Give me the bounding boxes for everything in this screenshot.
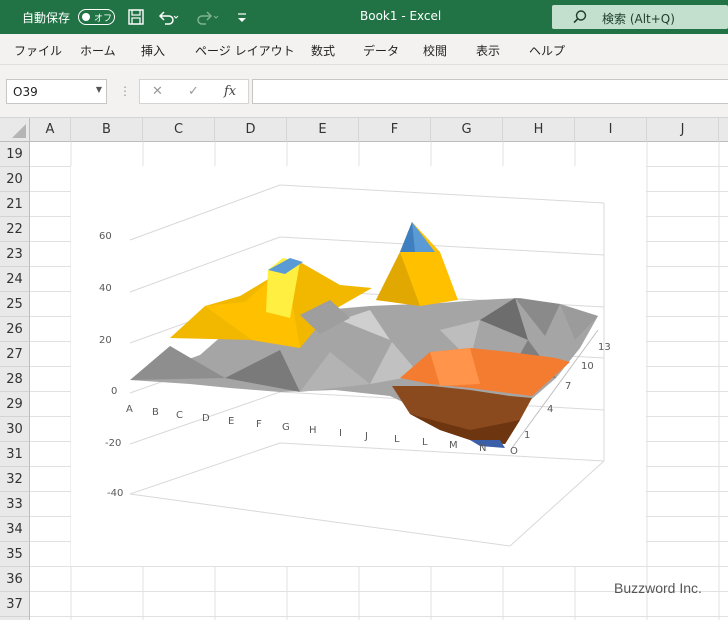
column-headers: A B C D E F G H I J (0, 117, 728, 142)
row-header[interactable]: 26 (0, 317, 29, 342)
enter-icon[interactable]: ✓ (188, 84, 199, 99)
x-tick-label: A (126, 404, 133, 415)
z-tick-label: -20 (105, 438, 122, 449)
name-box-value: O39 (13, 85, 38, 99)
y-tick-label: 4 (547, 404, 554, 415)
toggle-knob (82, 12, 90, 21)
row-header[interactable]: 21 (0, 192, 29, 217)
x-tick-label: C (176, 410, 183, 421)
row-headers: 19 20 21 22 23 24 25 26 27 28 29 30 31 3… (0, 142, 30, 620)
row-header[interactable]: 35 (0, 542, 29, 567)
x-tick-label: I (339, 428, 342, 439)
x-tick-label: E (228, 416, 235, 427)
autosave-state: オフ (94, 14, 113, 24)
row-header[interactable]: 22 (0, 217, 29, 242)
z-tick-label: -40 (107, 488, 124, 499)
formula-input[interactable] (252, 79, 728, 104)
ribbon-tabs: ファイル ホーム 挿入 ページ レイアウト 数式 データ 校閲 表示 ヘルプ (0, 34, 728, 65)
z-tick-label: 20 (99, 335, 112, 346)
undo-icon[interactable] (157, 8, 179, 26)
tab-file[interactable]: ファイル (14, 42, 62, 59)
tab-review[interactable]: 校閲 (423, 42, 447, 59)
x-tick-label: J (365, 431, 368, 442)
tab-insert[interactable]: 挿入 (141, 42, 165, 59)
z-tick-label: 40 (99, 283, 112, 294)
row-header[interactable]: 30 (0, 417, 29, 442)
x-tick-label: G (282, 422, 290, 433)
name-box[interactable]: O39 ▼ (6, 79, 107, 104)
row-header[interactable]: 28 (0, 367, 29, 392)
tab-page-layout[interactable]: ページ レイアウト (195, 42, 295, 59)
y-tick-label: 10 (581, 361, 594, 372)
y-tick-label: 13 (598, 342, 611, 353)
x-tick-label: M (449, 440, 458, 451)
x-tick-label: H (309, 425, 317, 436)
column-header[interactable]: B (71, 118, 143, 142)
search-box[interactable]: 検索 (Alt+Q) (552, 5, 728, 29)
row-header[interactable]: 33 (0, 492, 29, 517)
row-header[interactable]: 31 (0, 442, 29, 467)
column-header[interactable]: J (647, 118, 719, 142)
watermark: Buzzword Inc. (614, 580, 702, 596)
y-tick-label: 1 (524, 430, 531, 441)
autosave-toggle[interactable]: オフ (78, 9, 115, 25)
search-placeholder: 検索 (Alt+Q) (602, 12, 675, 26)
x-tick-label: L (394, 434, 400, 445)
x-tick-label: N (479, 443, 487, 454)
column-header[interactable]: A (30, 118, 71, 142)
tab-view[interactable]: 表示 (476, 42, 500, 59)
column-header[interactable]: D (215, 118, 287, 142)
customize-icon[interactable] (236, 8, 248, 26)
column-header[interactable]: G (431, 118, 503, 142)
z-axis-labels: 60 40 20 0 -20 -40 A B C D E F G H I J L… (71, 166, 646, 566)
row-header[interactable]: 23 (0, 242, 29, 267)
row-header[interactable]: 37 (0, 592, 29, 617)
search-icon (573, 10, 587, 24)
column-header[interactable]: F (359, 118, 431, 142)
z-tick-label: 60 (99, 231, 112, 242)
column-header[interactable]: C (143, 118, 215, 142)
tab-help[interactable]: ヘルプ (529, 42, 565, 59)
x-tick-label: B (152, 407, 159, 418)
insert-function-icon[interactable]: fx (224, 84, 236, 99)
row-header[interactable]: 29 (0, 392, 29, 417)
formula-bar: O39 ▼ ⋮ ✕ ✓ fx (0, 65, 728, 117)
y-tick-label: 7 (565, 381, 572, 392)
select-all-corner[interactable] (0, 118, 30, 142)
row-header[interactable]: 20 (0, 167, 29, 192)
x-tick-label: O (510, 446, 518, 457)
x-tick-label: F (256, 419, 262, 430)
tab-home[interactable]: ホーム (80, 42, 116, 59)
cancel-icon[interactable]: ✕ (152, 84, 163, 99)
tab-data[interactable]: データ (363, 42, 399, 59)
save-icon[interactable] (127, 8, 145, 26)
title-bar: 自動保存 オフ Book1 - Excel 検索 (Alt+Q) (0, 0, 728, 34)
row-header[interactable]: 36 (0, 567, 29, 592)
x-tick-label: D (202, 413, 210, 424)
document-title: Book1 - Excel (360, 9, 442, 23)
column-header[interactable]: I (575, 118, 647, 142)
chevron-down-icon[interactable]: ▼ (96, 85, 102, 94)
column-header[interactable]: H (503, 118, 575, 142)
autosave-label: 自動保存 (22, 11, 71, 25)
tab-formulas[interactable]: 数式 (311, 42, 335, 59)
row-header[interactable]: 34 (0, 517, 29, 542)
surface-chart[interactable]: 60 40 20 0 -20 -40 A B C D E F G H I J L… (71, 166, 646, 566)
row-header[interactable]: 19 (0, 142, 29, 167)
row-header[interactable]: 25 (0, 292, 29, 317)
row-header[interactable]: 32 (0, 467, 29, 492)
column-header[interactable]: E (287, 118, 359, 142)
drag-handle-icon[interactable]: ⋮ (119, 84, 131, 98)
x-tick-label: L (422, 437, 428, 448)
row-header[interactable]: 24 (0, 267, 29, 292)
redo-icon[interactable] (196, 8, 220, 26)
z-tick-label: 0 (111, 386, 118, 397)
formula-buttons: ✕ ✓ fx (139, 79, 249, 104)
row-header[interactable]: 27 (0, 342, 29, 367)
